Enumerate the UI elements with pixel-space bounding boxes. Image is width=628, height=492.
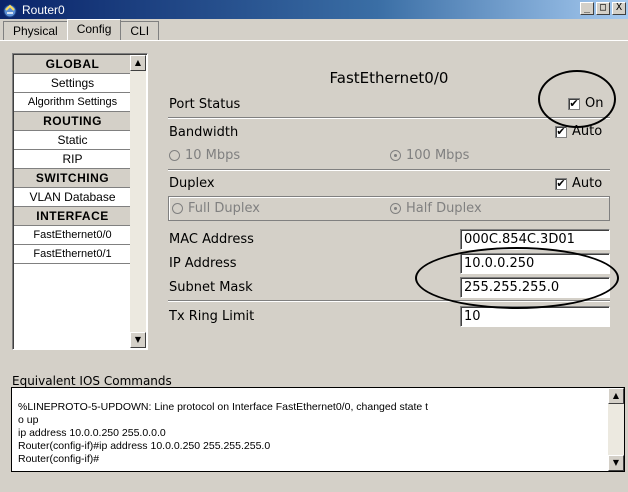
bandwidth-auto-checkbox[interactable]: ✔ Auto [555,124,602,139]
console-line: o up [18,414,39,426]
nav-scrollbar[interactable]: ▲ ▼ [130,55,146,348]
half-duplex-radio[interactable]: Half Duplex [390,201,482,216]
check-icon: ✔ [555,176,567,190]
radio-icon [172,203,183,214]
divider [168,300,610,302]
port-status-label: Port Status [169,97,241,112]
nav-item-settings[interactable]: Settings [14,74,131,93]
subnet-mask-label: Subnet Mask [169,280,253,295]
window-title: Router0 [22,2,65,17]
radio-selected-icon [390,203,401,214]
ip-address-field[interactable]: 10.0.0.250 [460,253,610,274]
bandwidth-100-label: 100 Mbps [406,148,470,163]
nav-header-global: GLOBAL [14,55,131,74]
console-line: Router(config-if)#ip address 10.0.0.250 … [18,440,271,452]
full-duplex-radio[interactable]: Full Duplex [172,201,260,216]
ios-commands-console[interactable]: %LINEPROTO-5-UPDOWN: Line protocol on In… [11,387,625,472]
port-status-on-label: On [585,96,604,111]
scroll-up-icon[interactable]: ▲ [608,388,624,404]
duplex-auto-label: Auto [572,176,603,191]
subnet-mask-field[interactable]: 255.255.255.0 [460,277,610,298]
nav-header-interface: INTERFACE [14,207,131,226]
bandwidth-10-radio[interactable]: 10 Mbps [169,148,240,163]
nav-item-fastethernet0-1[interactable]: FastEthernet0/1 [14,245,131,264]
tab-config[interactable]: Config [66,19,122,40]
nav-item-rip[interactable]: RIP [14,150,131,169]
duplex-label: Duplex [169,176,215,191]
nav-item-algorithm-settings[interactable]: Algorithm Settings [14,93,131,112]
bandwidth-100-radio[interactable]: 100 Mbps [390,148,469,163]
tab-cli[interactable]: CLI [120,21,160,40]
close-button[interactable]: X [612,2,626,15]
ip-address-label: IP Address [169,256,237,271]
nav-header-routing: ROUTING [14,112,131,131]
console-text: %LINEPROTO-5-UPDOWN: Line protocol on In… [18,388,606,466]
mac-address-field[interactable]: 000C.854C.3D01 [460,229,610,250]
tx-ring-limit-field[interactable]: 10 [460,306,610,327]
duplex-auto-checkbox[interactable]: ✔ Auto [555,176,602,191]
console-line: %LINEPROTO-5-UPDOWN: Line protocol on In… [18,401,429,413]
console-line: ip address 10.0.0.250 255.0.0.0 [18,427,166,439]
bandwidth-label: Bandwidth [169,125,239,140]
port-status-checkbox[interactable]: ✔ On [568,96,603,111]
tab-bar: Physical Config CLI [3,19,160,41]
tab-physical[interactable]: Physical [3,21,68,40]
check-icon: ✔ [568,96,580,110]
check-icon: ✔ [555,124,567,138]
maximize-button[interactable]: □ [596,2,610,15]
minimize-button[interactable]: _ [580,2,594,15]
panel-title: FastEthernet0/0 [329,69,449,87]
mac-address-label: MAC Address [169,232,254,247]
nav-item-vlan-database[interactable]: VLAN Database [14,188,131,207]
nav-list: GLOBAL Settings Algorithm Settings ROUTI… [14,55,131,264]
console-scrollbar[interactable]: ▲ ▼ [608,388,624,471]
title-bar[interactable]: Router0 _ □ X [0,0,628,19]
radio-icon [169,150,180,161]
ios-commands-label: Equivalent IOS Commands [12,374,172,388]
tx-ring-limit-label: Tx Ring Limit [169,309,255,324]
router-icon [2,2,18,18]
radio-selected-icon [390,150,401,161]
scroll-down-icon[interactable]: ▼ [608,455,624,471]
nav-header-switching: SWITCHING [14,169,131,188]
nav-item-fastethernet0-0[interactable]: FastEthernet0/0 [14,226,131,245]
bandwidth-10-label: 10 Mbps [185,148,241,163]
divider [168,117,610,119]
half-duplex-label: Half Duplex [406,201,482,216]
nav-item-static[interactable]: Static [14,131,131,150]
console-line: Router(config-if)# [18,453,100,465]
full-duplex-label: Full Duplex [188,201,260,216]
config-nav: GLOBAL Settings Algorithm Settings ROUTI… [12,53,148,350]
scroll-down-icon[interactable]: ▼ [130,332,146,348]
divider [168,169,610,171]
scroll-up-icon[interactable]: ▲ [130,55,146,71]
bandwidth-auto-label: Auto [572,124,603,139]
